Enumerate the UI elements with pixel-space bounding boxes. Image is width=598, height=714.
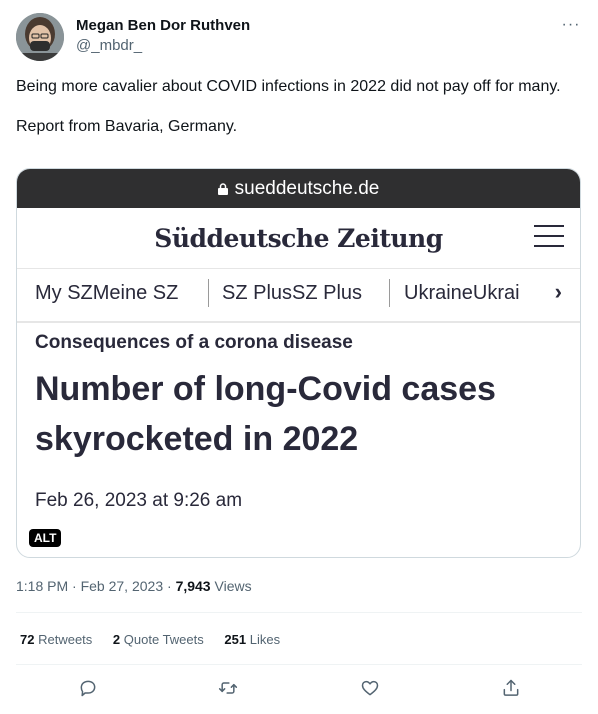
share-icon[interactable] (499, 676, 523, 700)
retweets-stat[interactable]: 72 Retweets (20, 632, 92, 647)
tweet-actions (16, 676, 582, 704)
retweets-label: Retweets (38, 632, 93, 647)
quote-tweets-label: Quote Tweets (123, 632, 204, 647)
alt-badge[interactable]: ALT (29, 529, 62, 547)
chevron-right-icon: › (554, 279, 562, 304)
more-options-icon[interactable]: ··· (560, 14, 582, 36)
hamburger-menu-icon (534, 224, 564, 248)
sz-nav-item-my-sz: My SZMeine SZ (35, 282, 179, 304)
browser-url-bar: sueddeutsche.de (17, 169, 580, 208)
lock-icon (217, 182, 228, 195)
tweet-time[interactable]: 1:18 PM (16, 578, 68, 594)
tweet-meta: 1:18 PM · Feb 27, 2023 · 7,943 Views (16, 578, 252, 594)
author-name[interactable]: Megan Ben Dor Ruthven (76, 17, 250, 34)
author-handle[interactable]: @_mbdr_ (76, 37, 142, 54)
tweet-text-line-1: Being more cavalier about COVID infectio… (16, 78, 561, 95)
meta-separator: · (72, 578, 77, 594)
article-kicker: Consequences of a corona disease (35, 332, 353, 353)
article-date: Feb 26, 2023 at 9:26 am (35, 490, 243, 511)
article-headline: Number of long-Covid cases skyrocketed i… (35, 370, 496, 458)
quote-tweets-count: 2 (112, 632, 121, 647)
sz-nav-item-ukraine: UkraineUkrai (404, 282, 520, 304)
tweet-text-line-2: Report from Bavaria, Germany. (16, 118, 238, 135)
divider (16, 664, 582, 665)
likes-count: 251 (224, 632, 247, 647)
like-icon[interactable] (358, 676, 382, 700)
retweets-count: 72 (20, 632, 35, 647)
retweet-icon[interactable] (216, 676, 240, 700)
quote-tweets-stat[interactable]: 2 Quote Tweets (113, 632, 204, 647)
tweet-date[interactable]: Feb 27, 2023 (81, 578, 164, 594)
likes-label: Likes (249, 632, 281, 647)
nav-separator (208, 279, 209, 307)
nav-separator (389, 279, 390, 307)
browser-url-text: sueddeutsche.de (234, 177, 380, 199)
tweet-media-image[interactable]: sueddeutsche.de Süddeutsche Zeitung My S… (16, 168, 581, 558)
tweet-text: Being more cavalier about COVID infectio… (16, 77, 576, 137)
sz-nav-item-sz-plus: SZ PlusSZ Plus (222, 282, 363, 304)
tweet-stats: 72 Retweets 2 Quote Tweets 251 Likes (20, 632, 297, 647)
views-label: Views (214, 578, 252, 594)
tweet-header: Megan Ben Dor Ruthven @_mbdr_ ··· (16, 10, 582, 64)
divider (16, 612, 582, 613)
sz-header: Süddeutsche Zeitung (17, 208, 580, 269)
views-count: 7,943 (175, 578, 211, 594)
sz-nav-bar: My SZMeine SZ SZ PlusSZ Plus UkraineUkra… (17, 269, 580, 323)
sz-logo: Süddeutsche Zeitung (154, 224, 443, 253)
likes-stat[interactable]: 251 Likes (224, 632, 280, 647)
avatar[interactable] (16, 13, 64, 61)
meta-separator: · (167, 578, 172, 594)
reply-icon[interactable] (76, 676, 100, 700)
